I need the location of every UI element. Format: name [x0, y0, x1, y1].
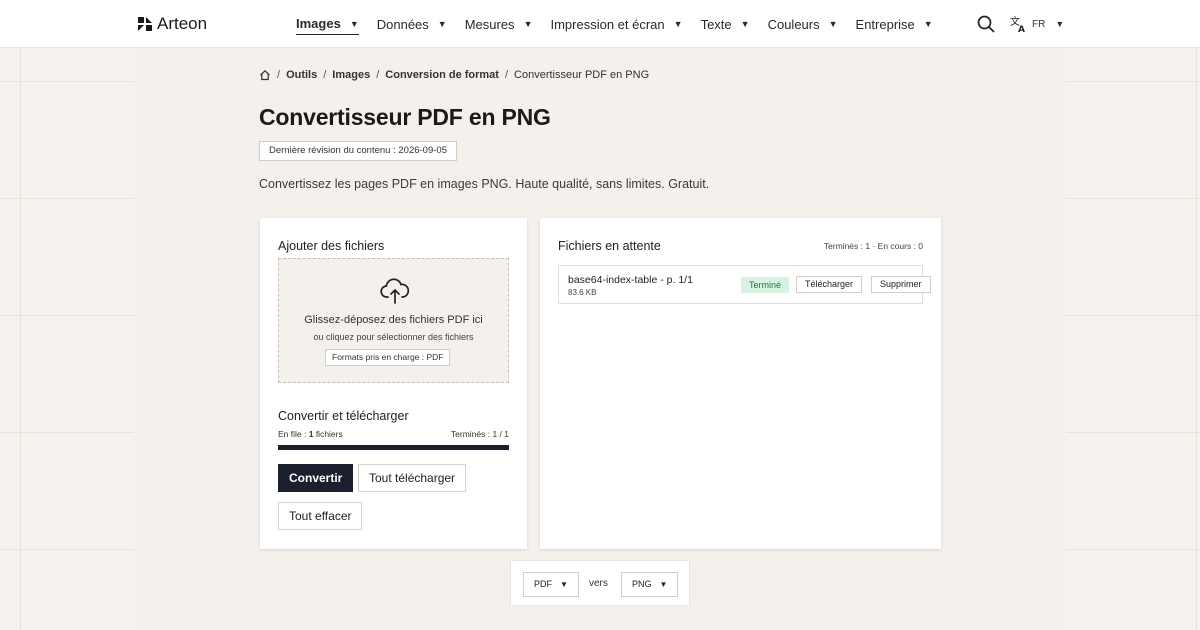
nav-item-impression[interactable]: Impression et écran ▼: [550, 16, 682, 35]
chevron-down-icon: ▼: [828, 19, 838, 29]
language-code: FR: [1032, 18, 1046, 30]
breadcrumb-separator: /: [504, 69, 509, 81]
upload-card: Ajouter des fichiers Glissez-déposez des…: [260, 218, 527, 549]
progress-bar: [278, 445, 509, 450]
breadcrumb-separator: /: [277, 69, 281, 81]
breadcrumb-link-outils[interactable]: Outils: [286, 69, 317, 81]
nav-label: Impression et écran: [550, 16, 665, 32]
svg-text:A: A: [1018, 25, 1025, 33]
pending-title: Fichiers en attente: [558, 239, 661, 253]
pending-stats: Terminés : 1 · En cours : 0: [823, 241, 923, 251]
upload-title: Ajouter des fichiers: [278, 239, 385, 253]
nav-label: Couleurs: [767, 16, 820, 32]
brand-name: Arteon: [157, 14, 208, 33]
file-row: base64-index-table - p. 1/1 83.6 KB Term…: [558, 265, 931, 304]
nav-item-texte[interactable]: Texte ▼: [701, 16, 750, 35]
breadcrumb-separator: /: [323, 69, 327, 81]
revision-badge: Dernière révision du contenu : 2026-09-0…: [259, 141, 457, 161]
nav-item-images[interactable]: Images ▼: [296, 16, 359, 35]
download-file-button[interactable]: Télécharger: [796, 276, 863, 293]
breadcrumb-link-images[interactable]: Images: [332, 69, 370, 81]
chevron-down-icon: ▼: [659, 580, 668, 589]
search-icon[interactable]: [977, 15, 995, 33]
nav-item-donnees[interactable]: Données ▼: [377, 16, 447, 35]
translate-icon: 文A: [1010, 15, 1025, 33]
nav-item-mesures[interactable]: Mesures ▼: [465, 16, 533, 35]
chevron-down-icon: ▼: [560, 580, 568, 589]
pending-files-card: Fichiers en attente Terminés : 1 · En co…: [540, 218, 941, 549]
cloud-upload-icon: [380, 278, 410, 304]
dropzone-main-text: Glissez-déposez des fichiers PDF ici: [304, 314, 483, 326]
nav-label: Données: [376, 16, 429, 32]
status-badge: Terminé: [741, 277, 790, 293]
from-format-value: PDF: [534, 579, 552, 589]
nav-label: Images: [296, 16, 341, 31]
chevron-down-icon: ▼: [673, 19, 683, 29]
nav-label: Entreprise: [855, 16, 915, 32]
main-nav: Images ▼ Données ▼ Mesures ▼ Impression et …: [296, 16, 951, 35]
to-format-select[interactable]: PNG ▼: [621, 572, 679, 597]
page-description: Convertissez les pages PDF en images PNG…: [259, 177, 710, 191]
queue-prefix: En file :: [278, 429, 309, 439]
download-all-button[interactable]: Tout télécharger: [358, 464, 467, 492]
supported-formats: Formats pris en charge : PDF: [325, 349, 451, 366]
file-size: 83.6 KB: [568, 288, 597, 297]
switcher-separator: vers: [589, 578, 608, 589]
nav-item-couleurs[interactable]: Couleurs ▼: [768, 16, 838, 35]
file-name: base64-index-table - p. 1/1: [568, 274, 693, 286]
breadcrumb-current: Convertisseur PDF en PNG: [514, 69, 650, 81]
dropzone-sub-text: ou cliquez pour sélectionner des fichier…: [313, 332, 474, 342]
convert-button[interactable]: Convertir: [278, 464, 354, 492]
breadcrumb-separator: /: [376, 69, 380, 81]
progress-fill: [278, 445, 509, 450]
home-icon[interactable]: [259, 69, 271, 81]
nav-label: Texte: [700, 16, 732, 32]
nav-item-entreprise[interactable]: Entreprise ▼: [856, 16, 933, 35]
done-count: Terminés : 1 / 1: [450, 429, 509, 439]
nav-label: Mesures: [464, 16, 515, 32]
breadcrumb-link-conversion[interactable]: Conversion de format: [385, 69, 499, 81]
chevron-down-icon: ▼: [437, 19, 447, 29]
chevron-down-icon: ▼: [1055, 19, 1065, 29]
chevron-down-icon: ▼: [740, 19, 750, 29]
language-switcher[interactable]: 文A FR ▼: [1010, 15, 1064, 33]
format-switcher: PDF ▼ vers PNG ▼: [510, 560, 690, 606]
queue-suffix: fichiers: [313, 429, 343, 439]
logo-icon: [138, 17, 152, 31]
convert-title: Convertir et télécharger: [278, 409, 409, 423]
brand-logo[interactable]: Arteon: [137, 14, 207, 34]
chevron-down-icon: ▼: [349, 18, 359, 29]
content-panel: / Outils / Images / Conversion de format…: [134, 48, 1066, 630]
top-navbar: Arteon Images ▼ Données ▼ Mesures ▼ Impress…: [0, 0, 1200, 48]
delete-file-button[interactable]: Supprimer: [871, 276, 931, 293]
from-format-select[interactable]: PDF ▼: [523, 572, 579, 597]
breadcrumb: / Outils / Images / Conversion de format…: [259, 69, 649, 81]
queue-count: En file : 1 fichiers: [278, 429, 343, 439]
to-format-value: PNG: [632, 579, 652, 589]
dropzone[interactable]: Glissez-déposez des fichiers PDF ici ou …: [278, 258, 509, 383]
page-title: Convertisseur PDF en PNG: [259, 104, 551, 130]
chevron-down-icon: ▼: [923, 19, 933, 29]
clear-all-button[interactable]: Tout effacer: [278, 502, 363, 530]
chevron-down-icon: ▼: [523, 19, 533, 29]
